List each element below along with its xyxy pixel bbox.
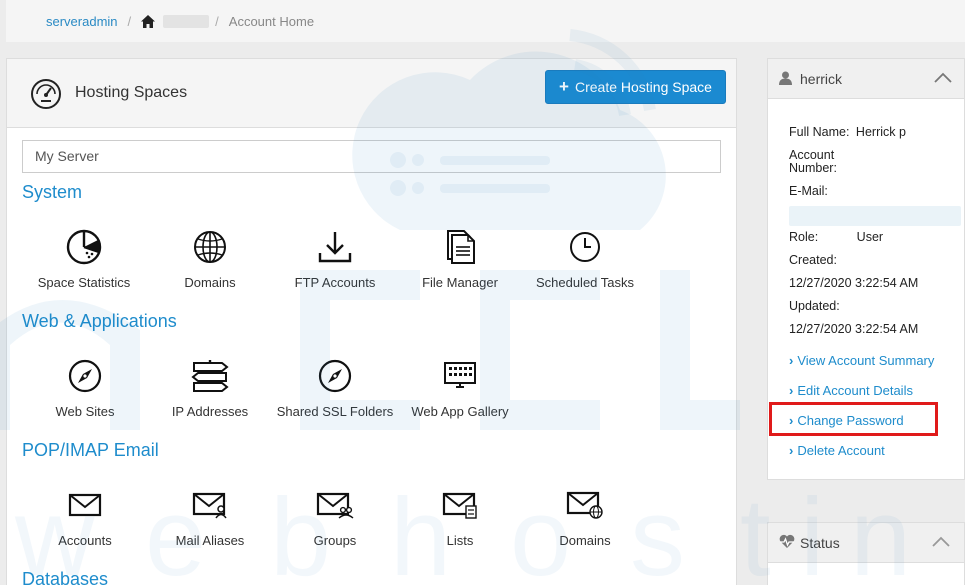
chevron-up-icon[interactable]: [932, 535, 950, 550]
download-icon: [275, 227, 395, 267]
section-title-web-applications: Web & Applications: [22, 311, 177, 331]
role-value: User: [856, 230, 884, 244]
breadcrumb-blurred-item: [163, 14, 210, 28]
breadcrumb-current: Account Home: [228, 13, 315, 29]
role-label: Role:: [789, 230, 819, 244]
domains-tile[interactable]: Domains: [150, 227, 270, 290]
edit-account-details-link[interactable]: › Edit Account Details: [789, 383, 913, 398]
dashboard-gauge-icon: [30, 78, 62, 113]
tile-label: Accounts: [58, 533, 112, 548]
clock-icon: [525, 227, 645, 267]
svg-text:t: t: [740, 476, 771, 585]
full-name-value: Herrick p: [855, 125, 906, 139]
tile-label: Domains: [559, 533, 611, 548]
tile-label: Scheduled Tasks: [535, 275, 635, 290]
created-label: Created:: [789, 253, 837, 267]
section-title-databases: Databases: [22, 569, 109, 585]
ftp-accounts-tile[interactable]: FTP Accounts: [275, 227, 395, 290]
chevron-right-icon: ›: [789, 383, 794, 398]
tile-label: Mail Aliases: [175, 533, 245, 548]
created-value: 12/27/2020 3:22:54 AM: [789, 276, 919, 290]
tile-label: Web Sites: [55, 404, 115, 419]
envelope-globe-icon: [525, 485, 645, 525]
email-accounts-tile[interactable]: Accounts: [25, 485, 145, 548]
account-panel-header[interactable]: herrick: [768, 59, 964, 99]
email-value-redacted: [789, 206, 961, 226]
section-title-pop-imap-email: POP/IMAP Email: [22, 440, 159, 460]
compass-icon: [275, 356, 395, 396]
status-panel: Status: [767, 522, 965, 585]
pie-chart-icon: [24, 227, 144, 267]
envelope-user-icon: [150, 485, 270, 525]
tile-label: File Manager: [422, 275, 498, 290]
updated-label: Updated:: [789, 299, 840, 313]
create-hosting-space-label: Create Hosting Space: [574, 79, 712, 95]
tile-label: IP Addresses: [171, 404, 249, 419]
tile-label: Space Statistics: [37, 275, 131, 290]
plus-icon: +: [559, 77, 569, 96]
space-statistics-tile[interactable]: Space Statistics: [24, 227, 144, 290]
full-name-row: Full Name: Herrick p: [789, 126, 906, 139]
hosting-spaces-panel: Hosting Spaces + Create Hosting Space My…: [6, 58, 737, 585]
envelope-group-icon: [275, 485, 395, 525]
hosting-spaces-header: Hosting Spaces + Create Hosting Space: [7, 59, 736, 128]
breadcrumb: serveradmin / / Account Home: [6, 0, 965, 42]
user-icon: [779, 71, 792, 88]
home-icon[interactable]: [141, 14, 156, 28]
chevron-up-icon[interactable]: [934, 71, 952, 86]
email-label: E-Mail:: [789, 184, 828, 198]
mail-aliases-tile[interactable]: Mail Aliases: [150, 485, 270, 548]
hosting-spaces-title: Hosting Spaces: [75, 84, 188, 101]
chevron-right-icon: ›: [789, 353, 794, 368]
tile-label: Web App Gallery: [411, 404, 509, 419]
breadcrumb-separator: /: [127, 13, 132, 29]
breadcrumb-serveradmin-link[interactable]: serveradmin: [46, 14, 118, 29]
globe-icon: [150, 227, 270, 267]
signpost-icon: [150, 356, 270, 396]
web-app-gallery-tile[interactable]: Web App Gallery: [400, 356, 520, 419]
shared-ssl-folders-tile[interactable]: Shared SSL Folders: [275, 356, 395, 419]
updated-value: 12/27/2020 3:22:54 AM: [789, 322, 919, 336]
documents-icon: [400, 227, 520, 267]
tile-label: Shared SSL Folders: [276, 404, 394, 419]
tile-label: Lists: [446, 533, 474, 548]
view-account-summary-link[interactable]: › View Account Summary: [789, 353, 934, 368]
account-username: herrick: [800, 71, 843, 87]
role-row: Role: User: [789, 231, 883, 244]
envelope-list-icon: [400, 485, 520, 525]
ip-addresses-tile[interactable]: IP Addresses: [150, 356, 270, 419]
envelope-icon: [25, 485, 145, 525]
account-number-label: Account Number:: [789, 148, 837, 175]
compass-icon: [25, 356, 145, 396]
web-sites-tile[interactable]: Web Sites: [25, 356, 145, 419]
mail-lists-tile[interactable]: Lists: [400, 485, 520, 548]
breadcrumb-separator: /: [215, 13, 219, 29]
status-title: Status: [800, 535, 840, 551]
mail-groups-tile[interactable]: Groups: [275, 485, 395, 548]
section-title-system: System: [22, 182, 83, 202]
keyboard-monitor-icon: [400, 356, 520, 396]
chevron-right-icon: ›: [789, 443, 794, 458]
create-hosting-space-button[interactable]: + Create Hosting Space: [545, 70, 726, 104]
heartbeat-icon: [779, 534, 795, 552]
delete-account-link[interactable]: › Delete Account: [789, 443, 885, 458]
full-name-label: Full Name:: [789, 125, 850, 139]
tile-label: Domains: [184, 275, 236, 290]
scheduled-tasks-tile[interactable]: Scheduled Tasks: [525, 227, 645, 290]
tile-label: FTP Accounts: [294, 275, 376, 290]
mail-domains-tile[interactable]: Domains: [525, 485, 645, 548]
status-panel-header[interactable]: Status: [768, 523, 964, 563]
server-select[interactable]: My Server: [22, 140, 721, 173]
tile-label: Groups: [313, 533, 357, 548]
file-manager-tile[interactable]: File Manager: [400, 227, 520, 290]
change-password-highlight-box: [769, 402, 938, 436]
